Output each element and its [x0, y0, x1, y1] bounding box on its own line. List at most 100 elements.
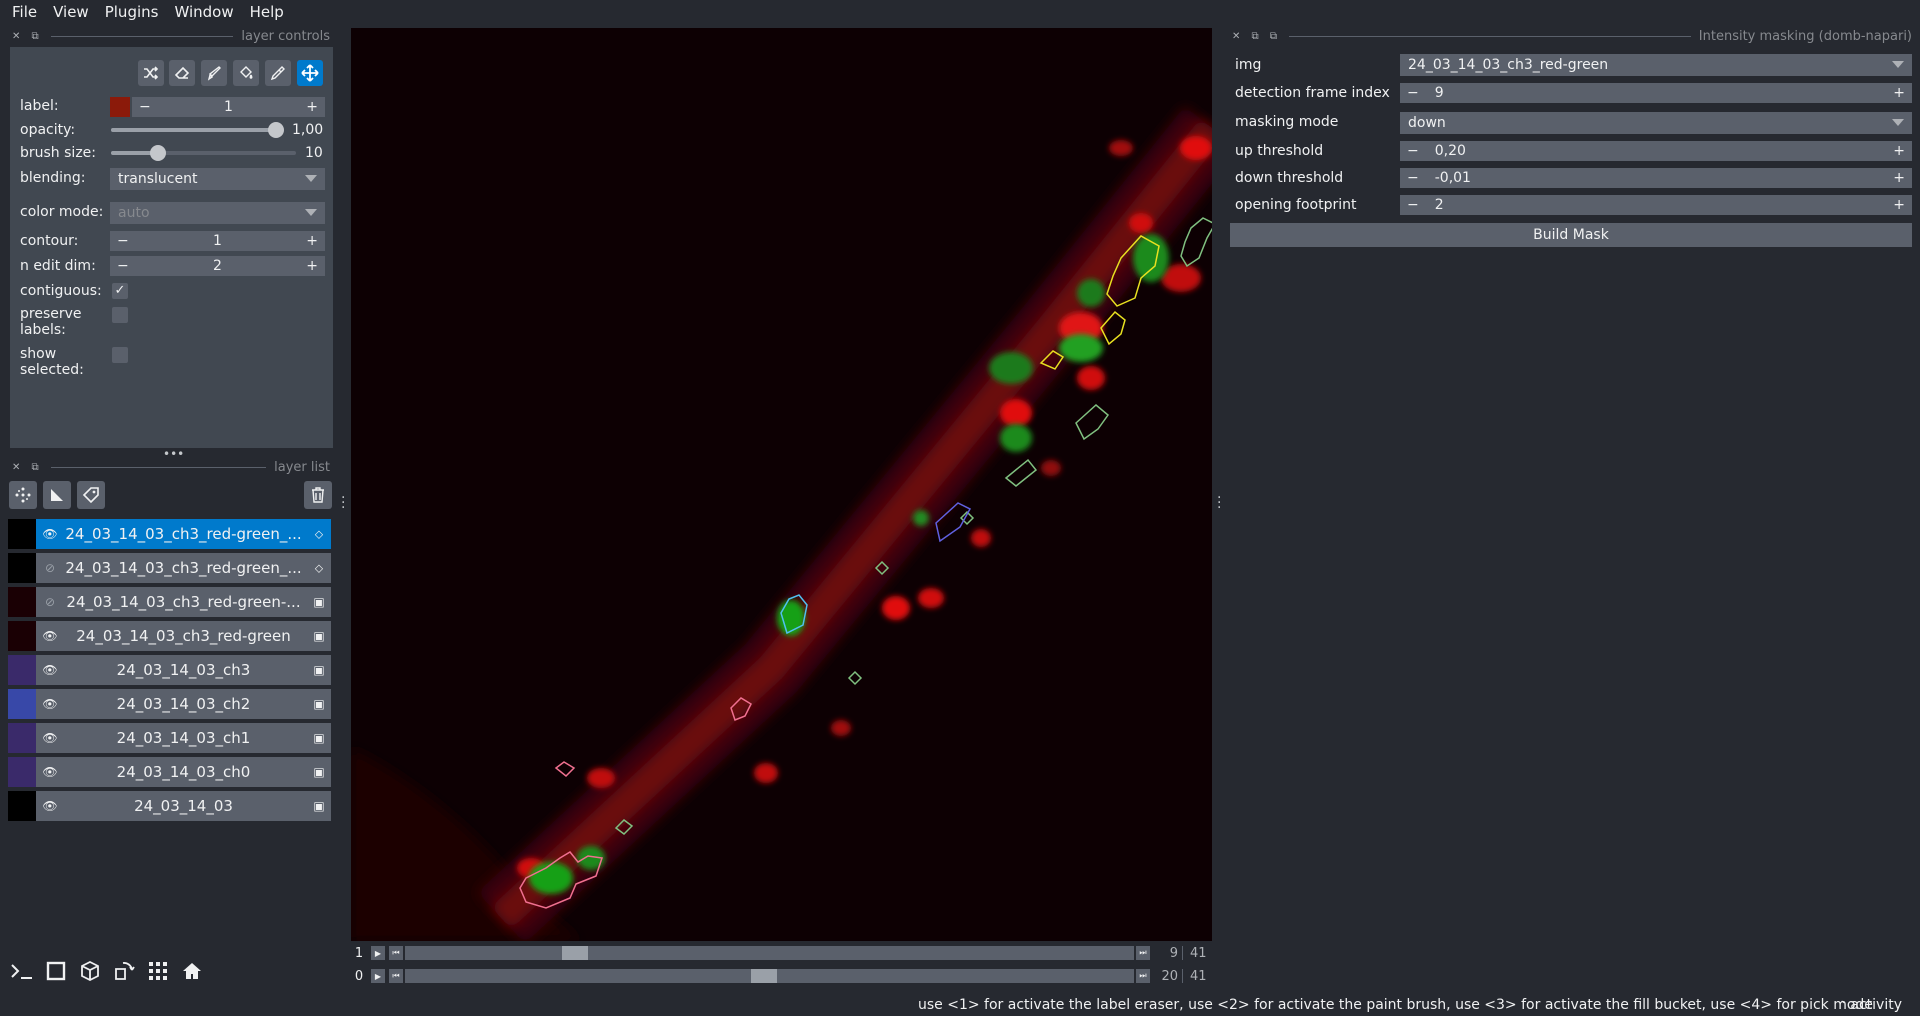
menu-plugins[interactable]: Plugins	[97, 3, 167, 21]
eye-icon[interactable]: 👁	[36, 629, 64, 643]
increment-icon[interactable]: +	[1893, 85, 1905, 101]
eye-icon[interactable]: 👁	[36, 527, 64, 541]
decrement-icon[interactable]: −	[117, 258, 129, 274]
color-picker-button[interactable]	[265, 60, 291, 86]
n-edit-dim-label: n edit dim:	[20, 258, 96, 274]
eye-icon[interactable]: 👁	[36, 799, 64, 813]
eye-icon[interactable]: 👁	[36, 765, 64, 779]
reset-view-button[interactable]	[178, 957, 206, 985]
delete-layer-button[interactable]	[304, 481, 332, 509]
img-dropdown[interactable]: 24_03_14_03_ch3_red-green	[1400, 54, 1912, 76]
step-back-icon[interactable]: ⏮	[389, 946, 403, 960]
rotate-icon	[115, 962, 135, 980]
up-threshold-spinbox[interactable]: − 0,20 +	[1400, 141, 1912, 161]
layer-row[interactable]: 👁 24_03_14_03_ch3 ▣	[8, 655, 331, 685]
decrement-icon[interactable]: −	[1407, 143, 1419, 159]
eye-icon[interactable]: 👁	[36, 697, 64, 711]
brush-size-slider-handle[interactable]	[150, 145, 166, 161]
fill-bucket-button[interactable]	[233, 60, 259, 86]
new-labels-layer-button[interactable]	[77, 481, 105, 509]
layer-row[interactable]: 👁 24_03_14_03_ch0 ▣	[8, 757, 331, 787]
menu-window[interactable]: Window	[166, 3, 241, 21]
contiguous-checkbox[interactable]: ✓	[112, 283, 128, 299]
dim-slider-track[interactable]	[405, 946, 1134, 960]
label-label: label:	[20, 98, 59, 114]
down-threshold-spinbox[interactable]: − -0,01 +	[1400, 168, 1912, 188]
blending-value: translucent	[118, 171, 198, 187]
dim-slider-track[interactable]	[405, 969, 1134, 983]
increment-icon[interactable]: +	[306, 258, 318, 274]
console-button[interactable]	[8, 957, 36, 985]
opening-footprint-spinbox[interactable]: − 2 +	[1400, 195, 1912, 215]
increment-icon[interactable]: +	[1893, 170, 1905, 186]
splitter-handle-icon[interactable]: · · ·	[341, 491, 345, 515]
eye-icon[interactable]: 👁	[36, 663, 64, 677]
eraser-button[interactable]	[169, 60, 195, 86]
increment-icon[interactable]: +	[1893, 143, 1905, 159]
increment-icon[interactable]: +	[306, 99, 318, 115]
menu-view[interactable]: View	[45, 3, 97, 21]
eye-hidden-icon[interactable]: ⊘	[36, 595, 64, 609]
decrement-icon[interactable]: −	[1407, 170, 1419, 186]
menu-file[interactable]: File	[4, 3, 45, 21]
new-shapes-layer-button[interactable]	[43, 481, 71, 509]
layer-row[interactable]: ⊘ 24_03_14_03_ch3_red-green_... ⬦	[8, 553, 331, 583]
label-spinbox[interactable]: − 1 +	[132, 97, 325, 117]
shuffle-colors-button[interactable]	[138, 60, 164, 86]
eye-icon[interactable]: 👁	[36, 731, 64, 745]
play-button[interactable]: ▶	[371, 946, 385, 960]
layer-row[interactable]: 👁 24_03_14_03_ch3_red-green ▣	[8, 621, 331, 651]
step-back-icon[interactable]: ⏮	[389, 969, 403, 983]
image-canvas[interactable]	[351, 28, 1212, 941]
decrement-icon[interactable]: −	[139, 99, 151, 115]
decrement-icon[interactable]: −	[1407, 197, 1419, 213]
dim-slider-handle[interactable]	[562, 946, 588, 960]
splitter-handle-icon[interactable]: · · ·	[1217, 491, 1221, 515]
dim-current[interactable]: 20	[1150, 969, 1178, 984]
up-threshold-value: 0,20	[1434, 143, 1466, 159]
layer-row[interactable]: 👁 24_03_14_03_ch1 ▣	[8, 723, 331, 753]
layer-row[interactable]: 👁 24_03_14_03 ▣	[8, 791, 331, 821]
step-forward-icon[interactable]: ⏭	[1136, 946, 1150, 960]
layer-row[interactable]: ⊘ 24_03_14_03_ch3_red-green-... ▣	[8, 587, 331, 617]
increment-icon[interactable]: +	[306, 233, 318, 249]
layer-thumbnail	[8, 587, 36, 617]
toggle-ndisplay-button[interactable]	[42, 957, 70, 985]
labels-icon: ⬦	[314, 560, 324, 575]
masking-mode-dropdown[interactable]: down	[1400, 112, 1912, 134]
activity-button[interactable]: ⌃ activity	[1838, 997, 1902, 1013]
dock-buttons-icon[interactable]: ✕ ⧉	[12, 462, 43, 473]
roll-axes-button[interactable]	[110, 957, 138, 985]
dim-current[interactable]: 9	[1150, 946, 1178, 961]
layer-row[interactable]: 👁 24_03_14_03_ch3_red-green_... ⬦	[8, 519, 331, 549]
menu-help[interactable]: Help	[242, 3, 292, 21]
label-color-swatch[interactable]	[110, 97, 130, 117]
build-mask-button[interactable]: Build Mask	[1230, 223, 1912, 247]
pan-zoom-button[interactable]	[297, 60, 323, 86]
step-forward-icon[interactable]: ⏭	[1136, 969, 1150, 983]
eye-hidden-icon[interactable]: ⊘	[36, 561, 64, 575]
blending-dropdown[interactable]: translucent	[110, 168, 325, 190]
n-edit-dim-spinbox[interactable]: − 2 +	[110, 256, 325, 276]
dock-buttons-icon[interactable]: ✕ ⧉ ⧉	[1232, 31, 1281, 42]
decrement-icon[interactable]: −	[117, 233, 129, 249]
decrement-icon[interactable]: −	[1407, 85, 1419, 101]
preserve-labels-checkbox[interactable]	[112, 307, 128, 323]
color-mode-dropdown[interactable]: auto	[110, 202, 325, 224]
play-button[interactable]: ▶	[371, 969, 385, 983]
dock-buttons-icon[interactable]: ✕ ⧉	[12, 31, 43, 42]
grid-view-button[interactable]	[144, 957, 172, 985]
show-selected-checkbox[interactable]	[112, 347, 128, 363]
dim-slider-handle[interactable]	[751, 969, 777, 983]
paint-brush-button[interactable]	[201, 60, 227, 86]
opacity-slider-handle[interactable]	[268, 122, 284, 138]
grid-icon	[149, 962, 167, 980]
contour-spinbox[interactable]: − 1 +	[110, 231, 325, 251]
dim-separator	[1182, 946, 1190, 960]
layer-row[interactable]: 👁 24_03_14_03_ch2 ▣	[8, 689, 331, 719]
increment-icon[interactable]: +	[1893, 197, 1905, 213]
detection-frame-index-spinbox[interactable]: − 9 +	[1400, 83, 1912, 103]
new-points-layer-button[interactable]	[9, 481, 37, 509]
axis-label: 1	[354, 945, 364, 961]
3d-view-button[interactable]	[76, 957, 104, 985]
